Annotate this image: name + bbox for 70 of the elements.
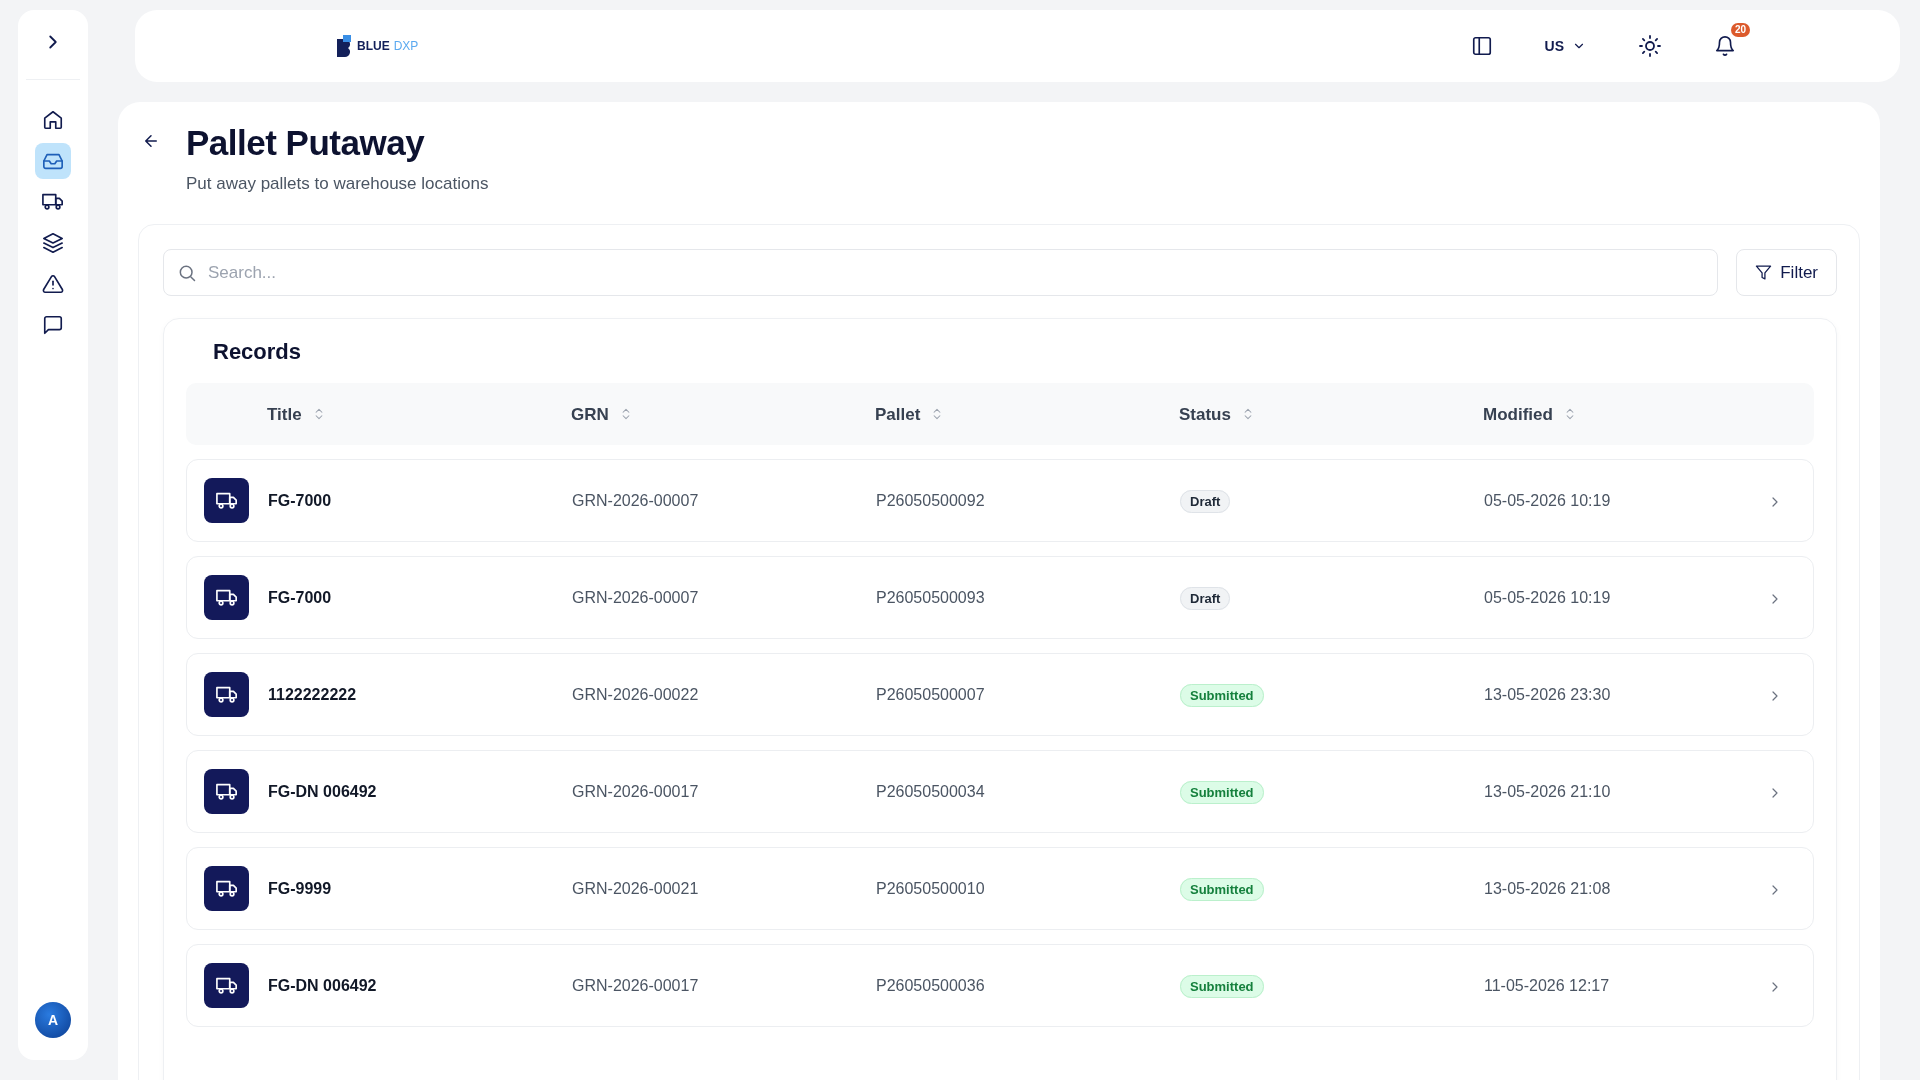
record-icon [204, 866, 249, 912]
column-header[interactable]: Pallet [875, 401, 1179, 428]
record-title: 1122222222 [268, 685, 357, 703]
sidebar-panel-icon [1470, 35, 1493, 57]
record-title: FG-DN 006492 [268, 976, 377, 994]
record-row[interactable]: FG-DN 006492 GRN-2026-00017 P26050500036 Submitted 11-05-2026 12:17 [186, 944, 1814, 1028]
table-cell: GRN-2026-00017 [572, 782, 699, 800]
table-cell: 11-05-2026 12:17 [1484, 976, 1610, 994]
table-cell: P26050500092 [876, 491, 985, 509]
table-cell: 05-05-2026 10:19 [1484, 491, 1611, 509]
record-icon [204, 963, 249, 1009]
table-cell: P26050500007 [876, 685, 985, 703]
truck-icon [42, 191, 64, 213]
sun-icon [1638, 34, 1662, 58]
status-tag: Draft [1180, 586, 1231, 610]
table-cell: GRN-2026-00007 [572, 588, 699, 606]
record-title: FG-DN 006492 [268, 782, 377, 800]
record-icon [204, 575, 249, 621]
section-title: Records [213, 339, 303, 366]
notification-count: 20 [1730, 23, 1750, 37]
record-icon [204, 672, 249, 718]
back-arrow-icon [142, 132, 160, 150]
record-row[interactable]: FG-DN 006492 GRN-2026-00017 P26050500034 Submitted 13-05-2026 21:10 [186, 750, 1814, 834]
search-icon [177, 263, 197, 283]
table-cell: GRN-2026-00007 [572, 491, 699, 509]
home-icon [42, 109, 64, 131]
column-header[interactable]: Title [267, 401, 571, 428]
avatar[interactable]: A [35, 1002, 71, 1038]
table-cell: 13-05-2026 23:30 [1484, 685, 1611, 703]
chat-icon [42, 314, 64, 336]
record-title: FG-9999 [268, 879, 332, 897]
status-tag: Submitted [1180, 974, 1264, 998]
table-cell: 05-05-2026 10:19 [1484, 588, 1611, 606]
record-title: FG-7000 [268, 588, 332, 606]
record-row[interactable]: FG-9999 GRN-2026-00021 P26050500010 Submitted 13-05-2026 21:08 [186, 847, 1814, 931]
table-cell: GRN-2026-00021 [572, 879, 699, 897]
record-icon [204, 769, 249, 815]
search-field[interactable]: Search... [163, 249, 1719, 296]
filter-icon [1755, 264, 1773, 281]
table-cell: P26050500034 [876, 782, 985, 800]
table-cell: 13-05-2026 21:08 [1484, 879, 1611, 897]
logo-text: DXP [393, 38, 419, 55]
column-header[interactable]: GRN [571, 401, 875, 428]
filter-button[interactable]: Filter [1736, 249, 1837, 296]
table-cell: P26050500010 [876, 879, 985, 897]
warning-icon [42, 273, 64, 295]
record-icon [204, 478, 249, 524]
sidebar-item[interactable] [35, 143, 71, 179]
record-title: FG-7000 [268, 491, 332, 509]
status-tag: Submitted [1180, 780, 1264, 804]
region-dropdown[interactable]: US [1540, 31, 1590, 61]
logo-text: BLUE [357, 38, 390, 55]
table-cell: 13-05-2026 21:10 [1484, 782, 1611, 800]
record-row[interactable]: 1122222222 GRN-2026-00022 P26050500007 Submitted 13-05-2026 23:30 [186, 653, 1814, 737]
record-row[interactable]: FG-7000 GRN-2026-00007 P26050500092 Draft 05-05-2026 10:19 [186, 459, 1814, 543]
page-subtitle: Put away pallets to warehouse locations [186, 172, 489, 195]
bell-icon [1714, 35, 1736, 57]
table-cell: P26050500036 [876, 976, 985, 994]
column-header[interactable]: Status [1179, 401, 1483, 428]
layers-icon [42, 232, 64, 254]
table-cell: P26050500093 [876, 588, 985, 606]
table-cell: GRN-2026-00017 [572, 976, 699, 994]
logo-icon [335, 35, 353, 57]
status-tag: Submitted [1180, 683, 1264, 707]
page-title: Pallet Putaway [186, 124, 426, 163]
status-tag: Submitted [1180, 877, 1264, 901]
column-header[interactable]: Modified [1483, 401, 1787, 428]
record-row[interactable]: FG-7000 GRN-2026-00007 P26050500093 Draft 05-05-2026 10:19 [186, 556, 1814, 640]
table-cell: GRN-2026-00022 [572, 685, 699, 703]
status-tag: Draft [1180, 489, 1231, 513]
